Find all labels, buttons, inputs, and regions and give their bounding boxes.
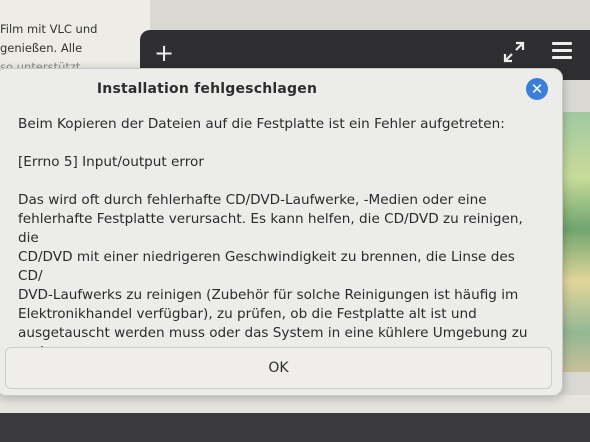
error-detail: Das wird oft durch fehlerhafte CD/DVD-La… xyxy=(18,192,528,360)
dialog-body: Beim Kopieren der Dateien auf die Festpl… xyxy=(18,115,538,381)
bottom-bar xyxy=(0,395,590,442)
background-text-line: Film mit VLC und xyxy=(0,22,98,36)
plus-icon[interactable]: + xyxy=(154,38,174,68)
error-code: [Errno 5] Input/output error xyxy=(18,154,204,170)
dialog-title: Installation fehlgeschlagen xyxy=(96,81,318,97)
menu-icon[interactable] xyxy=(552,42,572,62)
close-icon[interactable]: ✕ xyxy=(526,78,548,100)
expand-icon[interactable] xyxy=(502,40,526,64)
error-dialog: Installation fehlgeschlagen ✕ Beim Kopie… xyxy=(0,68,563,396)
error-message: Beim Kopieren der Dateien auf die Festpl… xyxy=(18,116,505,132)
background-text-line: genießen. Alle xyxy=(0,41,83,55)
ok-button[interactable]: OK xyxy=(5,347,552,389)
